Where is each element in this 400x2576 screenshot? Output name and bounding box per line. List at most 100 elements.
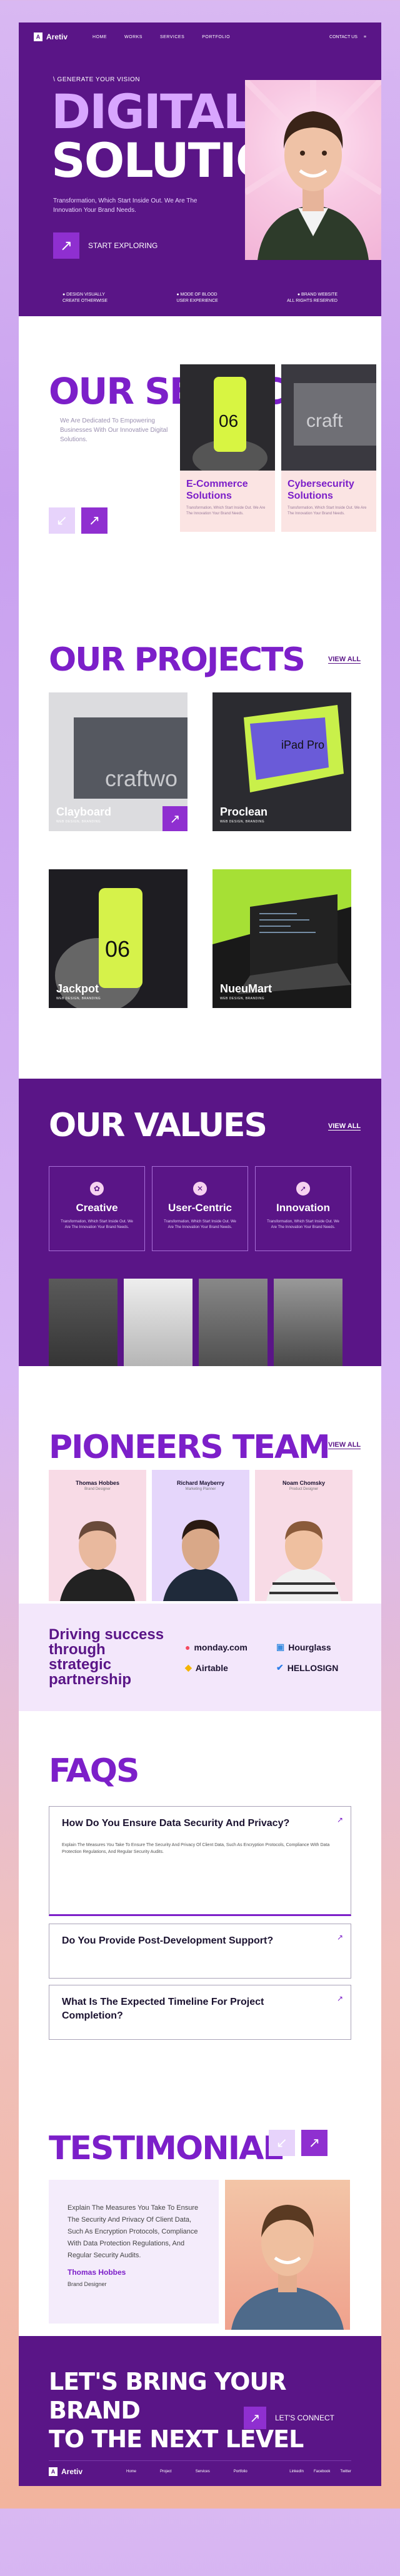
lets-connect-button[interactable]: ↗ LET'S CONNECT xyxy=(244,2407,334,2429)
phone-illustration: 06 xyxy=(180,364,275,471)
flower-icon: ✿ xyxy=(90,1182,104,1196)
services-description: We Are Dedicated To Empowering Businesse… xyxy=(60,417,168,443)
nav-link-works[interactable]: WORKS xyxy=(124,35,142,39)
arrow-up-right-icon[interactable]: ↗ xyxy=(337,1994,343,2003)
monday-mark-icon: ● xyxy=(185,1642,191,1652)
svg-text:06: 06 xyxy=(219,411,238,431)
partner-logo-text: monday.com xyxy=(194,1642,248,1652)
faq-question: How Do You Ensure Data Security And Priv… xyxy=(62,1818,290,1829)
twitter-link[interactable]: Twitter xyxy=(340,2470,351,2474)
svg-text:craftwo: craftwo xyxy=(105,766,178,791)
footer-bottom-bar: A Aretiv Home Project Services Portfolio… xyxy=(49,2460,351,2476)
footer-link-home[interactable]: Home xyxy=(126,2470,136,2474)
hero-foot-left: ● DESIGN VISUALLY CREATE OTHERWISE xyxy=(62,292,108,304)
nav-link-services[interactable]: SERVICES xyxy=(160,35,184,39)
value-title: Creative xyxy=(76,1202,118,1214)
hero-section: A Aretiv HOME WORKS SERVICES PORTFOLIO C… xyxy=(19,22,381,316)
hero-foot-mid-2: USER EXPERIENCE xyxy=(176,299,218,303)
hero-portrait xyxy=(245,80,381,260)
prev-arrow-icon[interactable]: ↙ xyxy=(269,2130,295,2156)
bottom-spacer xyxy=(0,2486,400,2509)
project-card-jackpot[interactable]: 06 Jackpot WEB DESIGN, BRANDING xyxy=(49,869,188,1008)
nav-link-home[interactable]: HOME xyxy=(92,35,107,39)
nav-contact-link[interactable]: CONTACT US xyxy=(329,35,358,39)
brand-logo[interactable]: A Aretiv xyxy=(34,32,68,41)
footer-brand[interactable]: A Aretiv xyxy=(49,2467,82,2476)
landing-page: A Aretiv HOME WORKS SERVICES PORTFOLIO C… xyxy=(0,0,400,2509)
nav-links: HOME WORKS SERVICES PORTFOLIO xyxy=(92,35,230,39)
values-view-all-link[interactable]: VIEW ALL xyxy=(328,1122,361,1131)
faq-question: What Is The Expected Timeline For Projec… xyxy=(62,1997,264,2021)
project-tags: WEB DESIGN, BRANDING xyxy=(56,997,101,1001)
project-label: Clayboard WEB DESIGN, BRANDING xyxy=(56,806,111,824)
arrow-up-right-icon[interactable]: ↗ xyxy=(162,806,188,831)
footer-link-services[interactable]: Services xyxy=(196,2470,210,2474)
partner-logo-hourglass: ▣ Hourglass xyxy=(276,1642,351,1652)
footer-link-project[interactable]: Project xyxy=(160,2470,172,2474)
footer-line2: TO THE NEXT LEVEL xyxy=(49,2425,304,2453)
svg-text:iPad Pro: iPad Pro xyxy=(281,739,324,751)
member-name: Richard Mayberry xyxy=(176,1480,225,1486)
hero-foot-mid: ● MODE OF BLOOD USER EXPERIENCE xyxy=(176,292,218,304)
next-arrow-icon[interactable]: ↗ xyxy=(301,2130,328,2156)
team-member-card[interactable]: Richard Mayberry Marketing Planner xyxy=(152,1470,249,1601)
projects-section: OUR PROJECTS VIEW ALL craftwo Clayboard … xyxy=(19,585,381,1079)
value-card-creative: ✿ Creative Transformation, Which Start I… xyxy=(49,1166,145,1251)
faq-item[interactable]: Do You Provide Post-Development Support?… xyxy=(49,1924,351,1979)
faq-item[interactable]: What Is The Expected Timeline For Projec… xyxy=(49,1985,351,2040)
service-card-cybersecurity[interactable]: craft Cybersecurity Solutions Transforma… xyxy=(281,364,376,532)
partner-logo-text: Airtable xyxy=(195,1662,228,1673)
project-label: NueuMart WEB DESIGN, BRANDING xyxy=(220,982,272,1001)
faqs-section: FAQS How Do You Ensure Data Security And… xyxy=(19,1711,381,2061)
team-view-all-link[interactable]: VIEW ALL xyxy=(328,1441,361,1449)
project-name: Proclean xyxy=(220,806,268,818)
footer-link-portfolio[interactable]: Portfolio xyxy=(234,2470,248,2474)
value-card-innovation: ➚ Innovation Transformation, Which Start… xyxy=(255,1166,351,1251)
member-name: Thomas Hobbes xyxy=(75,1480,119,1486)
facebook-link[interactable]: Facebook xyxy=(314,2470,330,2474)
start-exploring-button[interactable]: ↗ START EXPLORING xyxy=(53,232,158,259)
project-name: Clayboard xyxy=(56,806,112,818)
hellosign-mark-icon: ✔ xyxy=(276,1662,284,1672)
team-member-card[interactable]: Thomas Hobbes Brand Designer xyxy=(49,1470,146,1601)
menu-icon[interactable]: ≡ xyxy=(364,35,366,39)
arrow-up-right-icon[interactable]: ↗ xyxy=(337,1933,343,1942)
arrow-up-right-icon[interactable]: ↗ xyxy=(337,1815,343,1824)
prev-arrow-icon[interactable]: ↙ xyxy=(49,507,75,534)
team-title: PIONEERS TEAM xyxy=(49,1429,331,1466)
project-card-clayboard[interactable]: craftwo Clayboard WEB DESIGN, BRANDING ↗ xyxy=(49,692,188,831)
hero-eyebrow: \ GENERATE YOUR VISION xyxy=(53,76,140,83)
testimonial-section: TESTIMONIAL ↙ ↗ Explain The Measures You… xyxy=(19,2061,381,2336)
team-section: PIONEERS TEAM VIEW ALL Thomas Hobbes Bra… xyxy=(19,1366,381,1604)
member-photo xyxy=(266,1521,341,1601)
projects-view-all-link[interactable]: VIEW ALL xyxy=(328,656,361,664)
project-card-nueumart[interactable]: NueuMart WEB DESIGN, BRANDING xyxy=(212,869,351,1008)
project-card-proclean[interactable]: iPad Pro Proclean WEB DESIGN, BRANDING xyxy=(212,692,351,831)
partner-logo-monday: ● monday.com xyxy=(185,1642,266,1652)
svg-text:craft: craft xyxy=(306,411,343,431)
value-text: Transformation, Which Start Inside Out. … xyxy=(267,1220,339,1229)
linkedin-link[interactable]: LinkedIn xyxy=(289,2470,304,2474)
project-tags: WEB DESIGN, BRANDING xyxy=(220,820,265,824)
hero-subtitle: Transformation, Which Start Inside Out. … xyxy=(53,197,198,214)
next-arrow-icon[interactable]: ↗ xyxy=(81,507,108,534)
brand-name: Aretiv xyxy=(46,32,68,41)
service-card-text: Transformation, Which Start Inside Out. … xyxy=(288,506,367,516)
laptop-mockup-image: craft xyxy=(281,364,376,471)
portrait-illustration xyxy=(245,80,381,260)
values-section: OUR VALUES VIEW ALL ✿ Creative Transform… xyxy=(19,1079,381,1366)
service-card-ecommerce[interactable]: 06 E-Commerce Solutions Transformation, … xyxy=(180,364,275,532)
team-member-card[interactable]: Noam Chomsky Product Designer xyxy=(255,1470,352,1601)
partner-logo-text: Hourglass xyxy=(288,1642,331,1652)
value-text: Transformation, Which Start Inside Out. … xyxy=(61,1220,133,1229)
hourglass-mark-icon: ▣ xyxy=(276,1642,285,1652)
value-card-user-centric: ✕ User-Centric Transformation, Which Sta… xyxy=(152,1166,248,1251)
faq-item-open[interactable]: How Do You Ensure Data Security And Priv… xyxy=(49,1806,351,1916)
nav-link-portfolio[interactable]: PORTFOLIO xyxy=(202,35,230,39)
footer-social: LinkedIn Facebook Twitter xyxy=(289,2470,351,2474)
photo-man xyxy=(199,1279,268,1366)
hero-title: DIGITAL SOLUTIONS xyxy=(51,87,348,185)
projects-title: OUR PROJECTS xyxy=(49,641,306,679)
hero-foot-right: ● BRAND WEBSITE ALL RIGHTS RESERVED xyxy=(287,292,338,304)
partner-logos: ● monday.com ▣ Hourglass ◆ Airtable ✔ HELLOS… xyxy=(185,1642,351,1673)
